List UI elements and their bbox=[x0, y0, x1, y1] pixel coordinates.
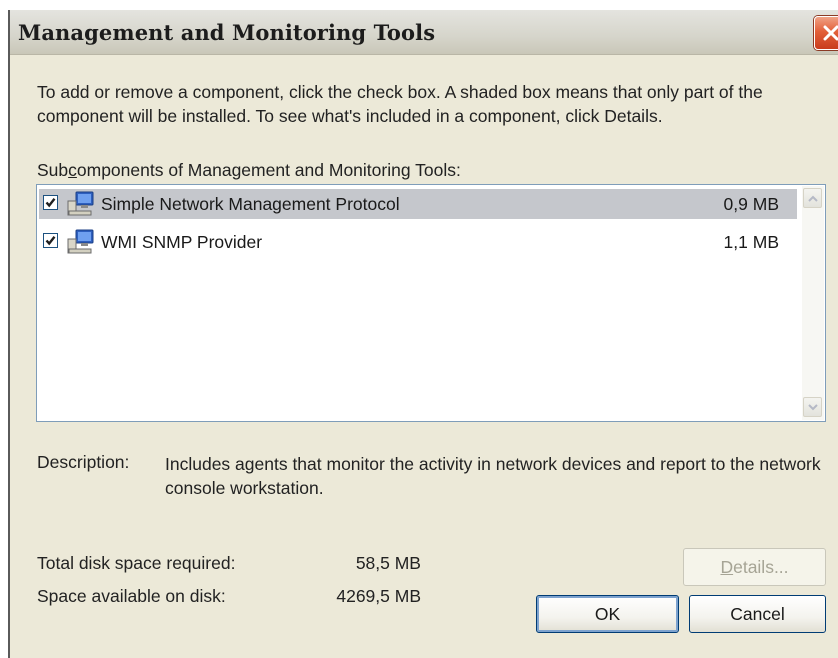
window-title: Management and Monitoring Tools bbox=[18, 20, 436, 45]
network-computer-icon bbox=[67, 191, 94, 216]
close-icon bbox=[823, 25, 838, 41]
chevron-down-icon bbox=[808, 404, 818, 411]
component-name: Simple Network Management Protocol bbox=[101, 194, 400, 214]
close-button[interactable] bbox=[814, 16, 838, 50]
available-disk-value: 4269,5 MB bbox=[336, 586, 421, 606]
list-item[interactable]: WMI SNMP Provider 1,1 MB bbox=[39, 227, 797, 257]
scroll-up-button[interactable] bbox=[803, 188, 822, 208]
total-disk-label: Total disk space required: bbox=[37, 553, 236, 573]
checkmark-icon bbox=[45, 236, 56, 246]
details-button[interactable]: Details... bbox=[683, 548, 826, 586]
list-item[interactable]: Simple Network Management Protocol 0,9 M… bbox=[39, 189, 797, 219]
description-label: Description: bbox=[37, 452, 130, 472]
instructions-text: To add or remove a component, click the … bbox=[37, 82, 763, 126]
checkbox-wmi-snmp[interactable] bbox=[43, 233, 58, 248]
title-bar[interactable]: Management and Monitoring Tools bbox=[10, 10, 838, 55]
chevron-up-icon bbox=[808, 195, 818, 202]
checkmark-icon bbox=[45, 198, 56, 208]
vertical-scrollbar[interactable] bbox=[802, 186, 824, 420]
description-text: Includes agents that monitor the activit… bbox=[165, 454, 821, 498]
total-disk-value: 58,5 MB bbox=[355, 553, 421, 573]
ok-button[interactable]: OK bbox=[536, 595, 679, 633]
network-computer-icon bbox=[67, 229, 94, 254]
dialog-window: Management and Monitoring Tools To add o… bbox=[8, 10, 838, 658]
checkbox-snmp[interactable] bbox=[43, 195, 58, 210]
cancel-button[interactable]: Cancel bbox=[689, 595, 826, 633]
component-name: WMI SNMP Provider bbox=[101, 232, 263, 252]
component-size: 1,1 MB bbox=[723, 232, 779, 252]
available-disk-label: Space available on disk: bbox=[37, 586, 226, 606]
component-size: 0,9 MB bbox=[723, 194, 779, 214]
scroll-down-button[interactable] bbox=[803, 397, 822, 417]
subcomponents-list[interactable]: Simple Network Management Protocol 0,9 M… bbox=[36, 184, 826, 422]
subcomponents-label: Subcomponents of Management and Monitori… bbox=[37, 160, 461, 180]
